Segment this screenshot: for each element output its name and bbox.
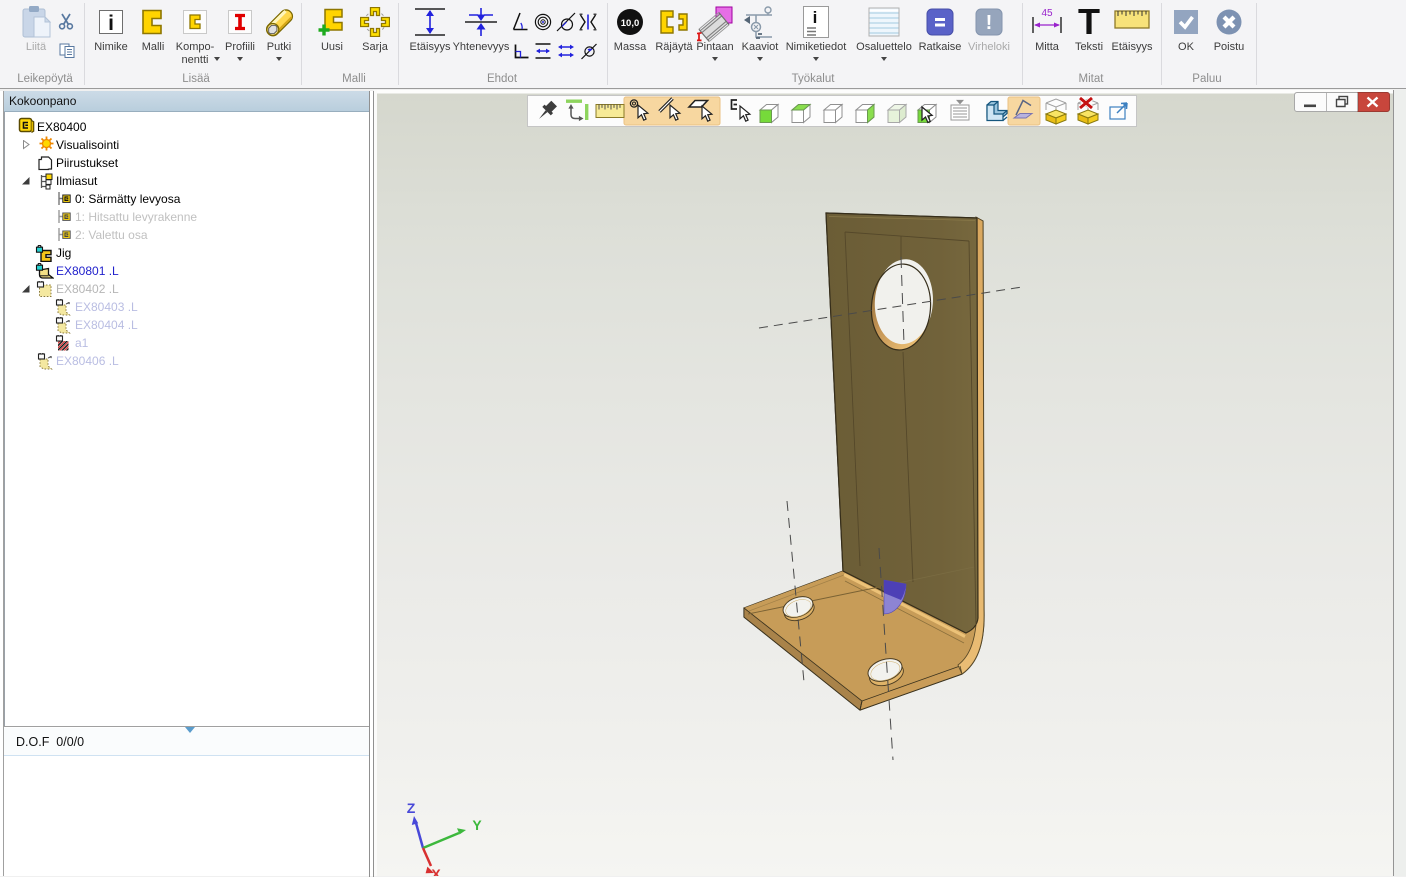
svg-text:45: 45 — [1041, 8, 1053, 19]
svg-text:X: X — [431, 866, 441, 876]
svg-text:i: i — [813, 8, 818, 27]
svg-text:i: i — [108, 12, 114, 34]
svg-text:!: ! — [986, 12, 993, 34]
svg-text:Z: Z — [407, 800, 416, 816]
svg-text:T: T — [1078, 6, 1100, 38]
svg-text:10,0: 10,0 — [621, 18, 640, 29]
svg-text:Y: Y — [472, 817, 482, 833]
